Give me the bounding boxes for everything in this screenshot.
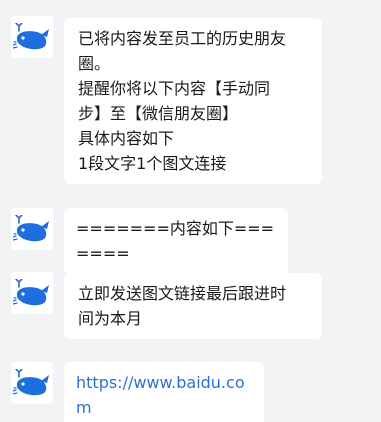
message-line: 已将内容发至员工的历史朋友 <box>78 29 287 48</box>
avatar[interactable] <box>11 272 53 314</box>
message-line: 圈。 <box>78 54 111 73</box>
whale-icon <box>13 279 49 306</box>
avatar[interactable] <box>11 16 53 58</box>
message-line: =======内容如下======= <box>76 219 275 263</box>
message-bubble[interactable]: 已将内容发至员工的历史朋友 圈。 提醒你将以下内容【手动同 步】至【微信朋友圈】… <box>64 18 322 184</box>
message-bubble[interactable]: =======内容如下======= <box>64 208 288 274</box>
message-line: 具体内容如下 <box>78 129 175 148</box>
avatar[interactable] <box>11 362 53 404</box>
message-line: 提醒你将以下内容【手动同 <box>78 79 271 98</box>
message-link[interactable]: https://www.baidu.com <box>76 370 252 420</box>
message-line: 1段文字1个图文连接 <box>78 154 227 173</box>
whale-icon <box>13 23 49 50</box>
message-line: 间为本月 <box>78 309 143 328</box>
message-bubble[interactable]: 立即发送图文链接最后跟进时 间为本月 <box>64 273 322 339</box>
whale-icon <box>13 215 49 242</box>
message-line: 步】至【微信朋友圈】 <box>78 104 239 123</box>
whale-icon <box>13 369 49 396</box>
message-line: 立即发送图文链接最后跟进时 <box>78 284 287 303</box>
message-bubble: https://www.baidu.com <box>64 362 264 422</box>
avatar[interactable] <box>11 208 53 250</box>
